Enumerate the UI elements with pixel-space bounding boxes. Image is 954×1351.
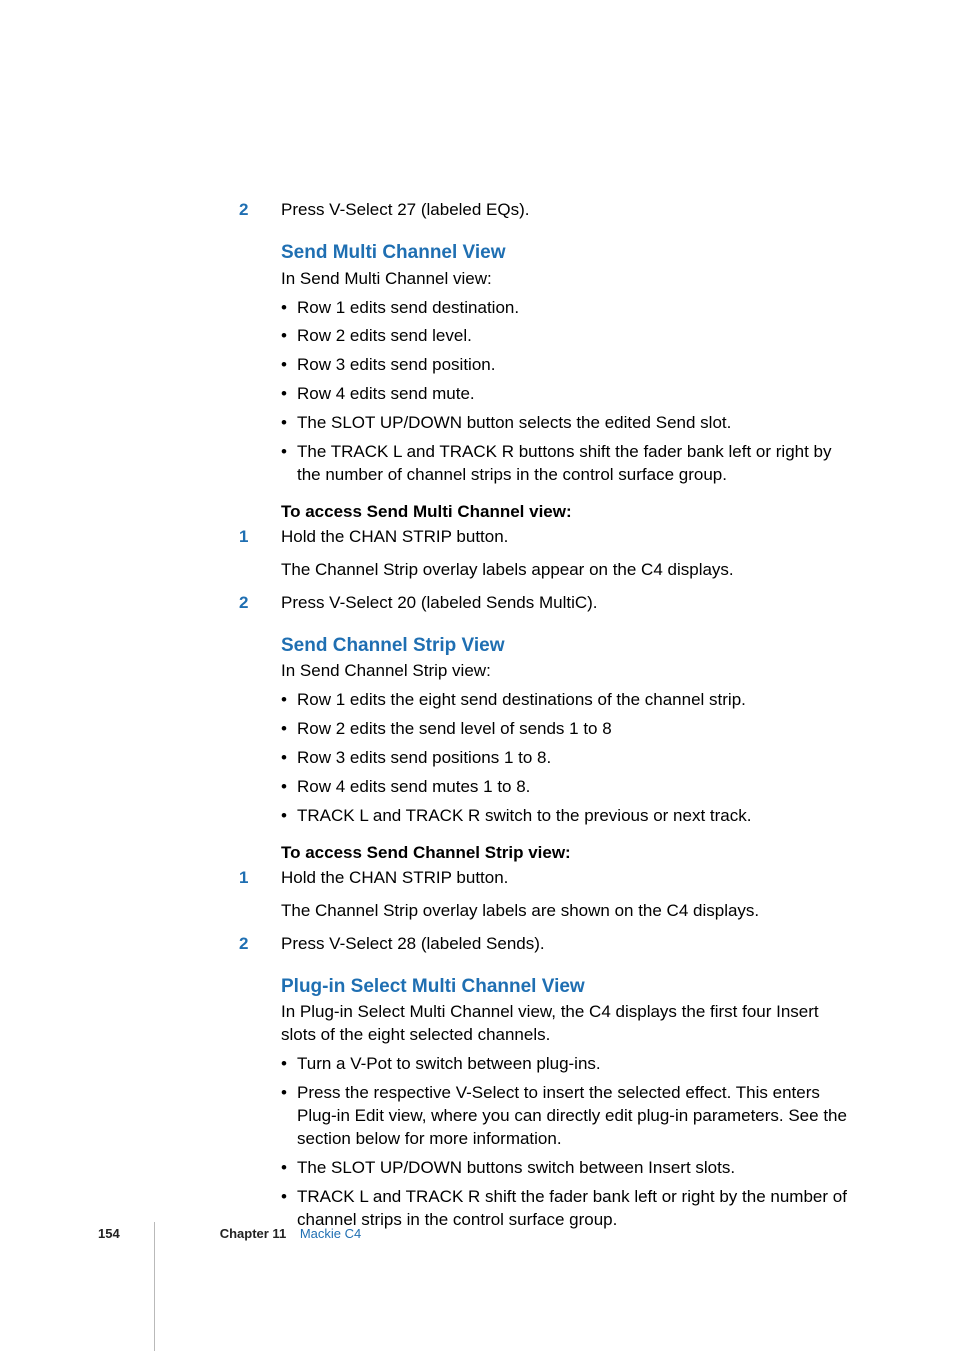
list-item: Row 1 edits send destination.: [281, 297, 851, 320]
procedure-heading: To access Send Multi Channel view:: [281, 501, 851, 524]
page: 2 Press V-Select 27 (labeled EQs). Send …: [0, 0, 954, 1351]
list-item: Row 2 edits send level.: [281, 325, 851, 348]
step-number: 2: [239, 933, 248, 956]
list-item: TRACK L and TRACK R shift the fader bank…: [281, 1186, 851, 1232]
list-item: Row 4 edits send mutes 1 to 8.: [281, 776, 851, 799]
bullet-list: Row 1 edits send destination. Row 2 edit…: [281, 297, 851, 488]
side-rule: [154, 1222, 155, 1351]
step-item: 2 Press V-Select 28 (labeled Sends).: [281, 933, 851, 956]
step-number: 1: [239, 526, 248, 549]
step-item: 1 Hold the CHAN STRIP button.: [281, 867, 851, 890]
step-item: 1 Hold the CHAN STRIP button.: [281, 526, 851, 549]
section-heading: Plug-in Select Multi Channel View: [281, 974, 851, 1000]
list-item: Turn a V-Pot to switch between plug-ins.: [281, 1053, 851, 1076]
page-footer: 154 Chapter 11 Mackie C4: [98, 1225, 361, 1243]
step-number: 2: [239, 199, 248, 222]
list-item: Press the respective V-Select to insert …: [281, 1082, 851, 1151]
paragraph: The Channel Strip overlay labels are sho…: [281, 900, 851, 923]
list-item: The SLOT UP/DOWN button selects the edit…: [281, 412, 851, 435]
step-text: Press V-Select 20 (labeled Sends MultiC)…: [281, 593, 598, 612]
chapter-block: Chapter 11 Mackie C4: [220, 1225, 362, 1243]
step-item: 2 Press V-Select 27 (labeled EQs).: [281, 199, 851, 222]
section-intro: In Plug-in Select Multi Channel view, th…: [281, 1001, 851, 1047]
content-column: 2 Press V-Select 27 (labeled EQs). Send …: [281, 199, 851, 1242]
list-item: The TRACK L and TRACK R buttons shift th…: [281, 441, 851, 487]
step-text: Hold the CHAN STRIP button.: [281, 527, 508, 546]
paragraph: The Channel Strip overlay labels appear …: [281, 559, 851, 582]
section-intro: In Send Channel Strip view:: [281, 660, 851, 683]
procedure-heading: To access Send Channel Strip view:: [281, 842, 851, 865]
step-item: 2 Press V-Select 20 (labeled Sends Multi…: [281, 592, 851, 615]
step-text: Hold the CHAN STRIP button.: [281, 868, 508, 887]
step-number: 1: [239, 867, 248, 890]
list-item: Row 3 edits send position.: [281, 354, 851, 377]
list-item: Row 3 edits send positions 1 to 8.: [281, 747, 851, 770]
list-item: TRACK L and TRACK R switch to the previo…: [281, 805, 851, 828]
list-item: The SLOT UP/DOWN buttons switch between …: [281, 1157, 851, 1180]
section-intro: In Send Multi Channel view:: [281, 268, 851, 291]
page-number: 154: [98, 1225, 120, 1243]
chapter-title: Mackie C4: [300, 1226, 361, 1241]
list-item: Row 1 edits the eight send destinations …: [281, 689, 851, 712]
section-heading: Send Channel Strip View: [281, 633, 851, 659]
bullet-list: Row 1 edits the eight send destinations …: [281, 689, 851, 828]
bullet-list: Turn a V-Pot to switch between plug-ins.…: [281, 1053, 851, 1232]
step-text: Press V-Select 28 (labeled Sends).: [281, 934, 545, 953]
step-text: Press V-Select 27 (labeled EQs).: [281, 200, 530, 219]
list-item: Row 2 edits the send level of sends 1 to…: [281, 718, 851, 741]
step-number: 2: [239, 592, 248, 615]
list-item: Row 4 edits send mute.: [281, 383, 851, 406]
chapter-label: Chapter 11: [220, 1226, 286, 1241]
section-heading: Send Multi Channel View: [281, 240, 851, 266]
